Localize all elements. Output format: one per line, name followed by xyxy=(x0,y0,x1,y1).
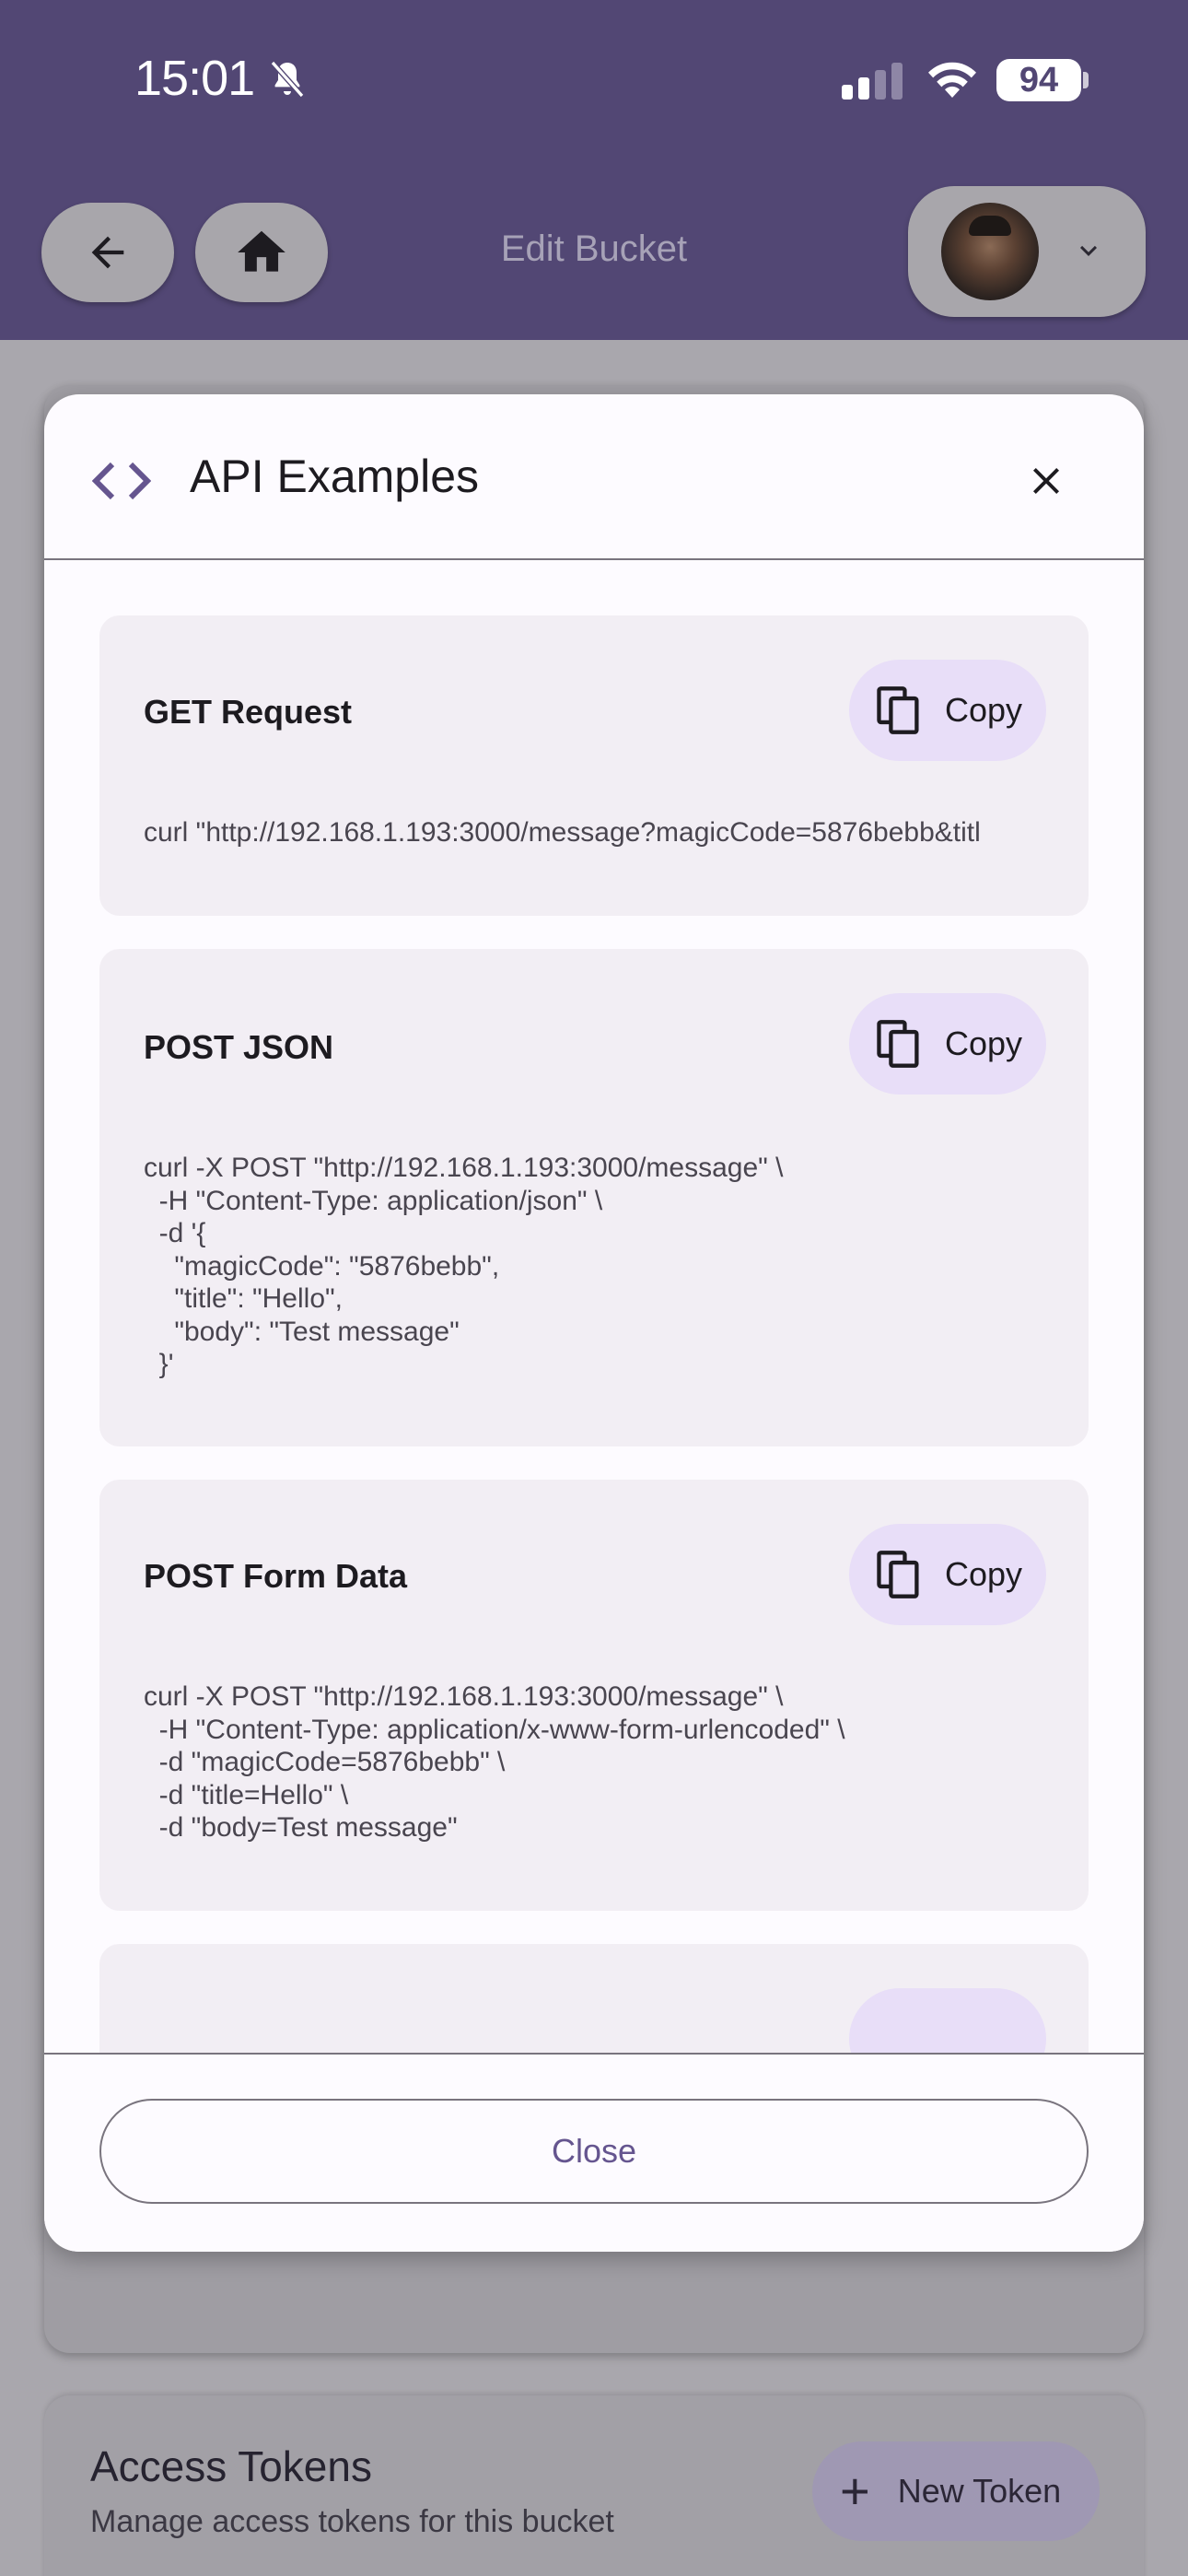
close-button[interactable]: Close xyxy=(99,2099,1089,2204)
copy-button[interactable]: Copy xyxy=(849,993,1046,1095)
example-card-post-form: POST Form Data Copy curl -X POST "http:/… xyxy=(99,1480,1089,1911)
status-time: 15:01 xyxy=(134,51,255,106)
copy-icon xyxy=(877,686,919,734)
close-icon[interactable] xyxy=(1024,459,1068,503)
copy-icon xyxy=(877,1551,919,1598)
plus-icon: + xyxy=(840,2462,870,2520)
examples-list[interactable]: GET Request Copy curl "http://192.168.1.… xyxy=(44,562,1144,2252)
copy-button[interactable]: Copy xyxy=(849,1524,1046,1625)
dialog-header: API Examples xyxy=(44,394,1144,560)
cellular-signal-icon xyxy=(842,63,903,100)
wifi-icon xyxy=(928,62,976,98)
example-title: POST JSON xyxy=(144,1028,334,1066)
avatar xyxy=(941,203,1039,300)
new-token-label: New Token xyxy=(897,2472,1062,2510)
app-bar: 15:01 94 Edit Bucket xyxy=(0,0,1188,340)
access-tokens-title: Access Tokens xyxy=(90,2442,372,2490)
code-icon xyxy=(92,462,151,500)
battery-indicator: 94 xyxy=(996,59,1081,101)
copy-label: Copy xyxy=(945,691,1023,729)
copy-label: Copy xyxy=(945,1555,1023,1593)
example-code: curl -X POST "http://192.168.1.193:3000/… xyxy=(144,1153,784,1379)
api-examples-dialog: API Examples GET Request Copy curl "http… xyxy=(44,394,1144,2252)
copy-button[interactable]: Copy xyxy=(849,660,1046,761)
chevron-down-icon xyxy=(1080,245,1097,256)
new-token-button[interactable]: + New Token xyxy=(812,2441,1100,2541)
access-tokens-card: Access Tokens Manage access tokens for t… xyxy=(44,2395,1144,2576)
copy-label: Copy xyxy=(945,1025,1023,1062)
copy-icon xyxy=(877,1020,919,1068)
bell-off-icon xyxy=(270,61,305,98)
example-card-post-json: POST JSON Copy curl -X POST "http://192.… xyxy=(99,949,1089,1446)
profile-menu-button[interactable] xyxy=(908,186,1146,317)
dialog-footer: Close xyxy=(44,2053,1144,2252)
example-title: POST Form Data xyxy=(144,1557,408,1595)
access-tokens-subtitle: Manage access tokens for this bucket xyxy=(90,2504,614,2539)
battery-tip xyxy=(1083,72,1089,88)
example-card-get: GET Request Copy curl "http://192.168.1.… xyxy=(99,615,1089,916)
example-title: GET Request xyxy=(144,693,353,731)
example-code: curl -X POST "http://192.168.1.193:3000/… xyxy=(144,1681,845,1843)
example-code: curl "http://192.168.1.193:3000/message?… xyxy=(144,817,981,848)
dialog-title: API Examples xyxy=(190,451,480,502)
